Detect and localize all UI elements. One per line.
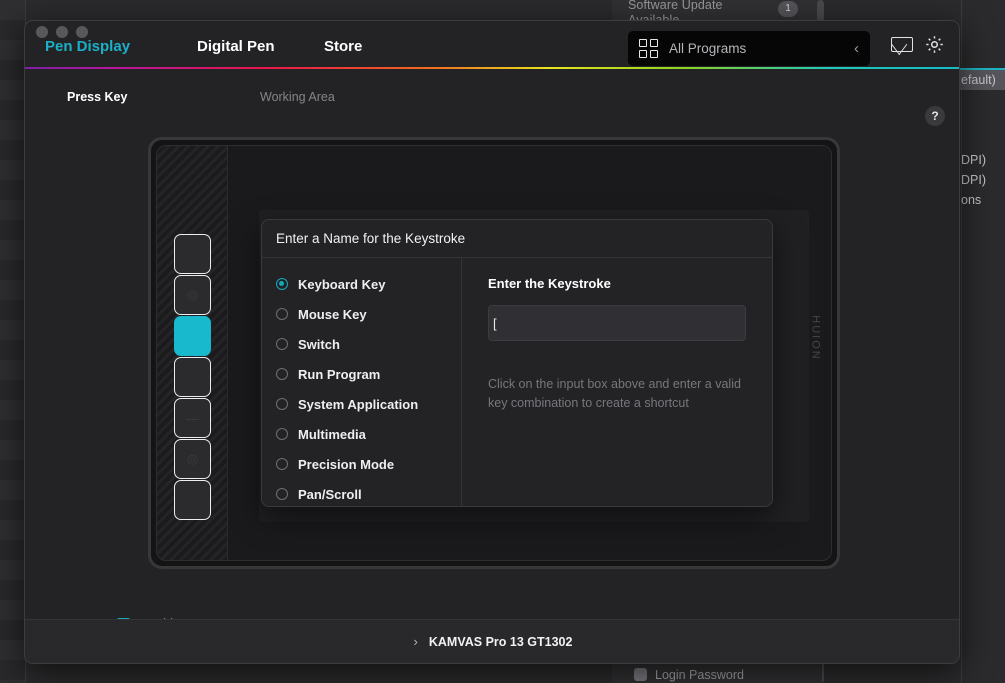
background-right-row — [960, 90, 1005, 110]
option-keyboard-key[interactable]: Keyboard Key — [276, 269, 461, 299]
radio-system-application[interactable] — [276, 398, 288, 410]
help-button[interactable]: ? — [925, 106, 945, 126]
background-right-row — [960, 130, 1005, 150]
press-key-3[interactable] — [174, 316, 211, 356]
option-multimedia[interactable]: Multimedia — [276, 419, 461, 449]
mail-icon[interactable] — [891, 37, 913, 52]
press-key-4-symbol — [175, 358, 210, 396]
option-keyboard-key-label: Keyboard Key — [298, 276, 386, 292]
keystroke-hint: Click on the input box above and enter a… — [488, 377, 741, 410]
radio-run-program[interactable] — [276, 368, 288, 380]
option-mouse-key-label: Mouse Key — [298, 306, 367, 322]
background-bottom-label: Login Password — [655, 668, 744, 682]
radio-precision-mode[interactable] — [276, 458, 288, 470]
tab-pen-display[interactable]: Pen Display — [45, 38, 197, 55]
maximize-button[interactable] — [76, 26, 88, 38]
option-switch-label: Switch — [298, 336, 340, 352]
press-key-5[interactable]: — — [174, 398, 211, 438]
press-key-1-symbol — [175, 235, 210, 273]
keystroke-dialog: Enter a Name for the Keystroke Keyboard … — [261, 219, 773, 507]
background-left-list — [0, 0, 26, 683]
lock-icon — [634, 668, 647, 681]
chevron-right-icon[interactable]: › — [414, 634, 418, 649]
keystroke-input[interactable]: [ — [488, 305, 746, 341]
radio-keyboard-key[interactable] — [276, 278, 288, 290]
radio-pan-scroll[interactable] — [276, 488, 288, 500]
background-right-row: DPI) — [961, 153, 986, 167]
gear-icon[interactable] — [924, 34, 945, 55]
sub-tabs: Press Key Working Area — [25, 69, 959, 109]
close-button[interactable] — [36, 26, 48, 38]
press-key-6[interactable]: ◎ — [174, 439, 211, 479]
dialog-body: Keyboard Key Mouse Key Switch Run Progra… — [262, 258, 772, 506]
keystroke-field-title: Enter the Keystroke — [488, 276, 611, 291]
radio-mouse-key[interactable] — [276, 308, 288, 320]
option-run-program[interactable]: Run Program — [276, 359, 461, 389]
keystroke-entry-pane: Enter the Keystroke [ Click on the input… — [462, 258, 772, 506]
radio-switch[interactable] — [276, 338, 288, 350]
background-update-badge: 1 — [778, 1, 798, 17]
grid-icon — [639, 39, 658, 58]
option-precision-mode[interactable]: Precision Mode — [276, 449, 461, 479]
subtab-working-area[interactable]: Working Area — [260, 90, 335, 104]
all-programs-selector[interactable]: All Programs ‹ — [628, 31, 870, 66]
tab-digital-pen[interactable]: Digital Pen — [197, 38, 324, 55]
option-precision-mode-label: Precision Mode — [298, 456, 395, 472]
main-nav-tabs: Pen Display Digital Pen Store — [45, 38, 362, 55]
radio-multimedia[interactable] — [276, 428, 288, 440]
press-key-list: ◎ — ◎ — [174, 234, 211, 521]
device-name: KAMVAS Pro 13 GT1302 — [428, 634, 573, 649]
background-right-row: efault) — [960, 70, 1005, 90]
press-key-1[interactable] — [174, 234, 211, 274]
huion-driver-window: Pen Display Digital Pen Store All Progra… — [24, 20, 960, 664]
option-switch[interactable]: Switch — [276, 329, 461, 359]
tab-store[interactable]: Store — [324, 38, 362, 55]
option-mouse-key[interactable]: Mouse Key — [276, 299, 461, 329]
option-run-program-label: Run Program — [298, 366, 381, 382]
press-key-6-symbol: ◎ — [186, 451, 199, 466]
option-pan-scroll-label: Pan/Scroll — [298, 486, 362, 502]
press-key-7[interactable] — [174, 480, 211, 520]
window-titlebar: Pen Display Digital Pen Store All Progra… — [25, 21, 959, 67]
option-multimedia-label: Multimedia — [298, 426, 366, 442]
background-update-line1: Software Update — [628, 0, 723, 12]
huion-brand-label: HUION — [809, 315, 822, 361]
action-type-list: Keyboard Key Mouse Key Switch Run Progra… — [262, 258, 462, 506]
press-key-5-symbol: — — [186, 410, 199, 426]
minimize-button[interactable] — [56, 26, 68, 38]
device-footer[interactable]: › KAMVAS Pro 13 GT1302 — [25, 619, 959, 663]
subtab-press-key[interactable]: Press Key — [67, 90, 127, 104]
chevron-left-icon[interactable]: ‹ — [854, 40, 859, 57]
all-programs-label: All Programs — [669, 41, 747, 56]
option-system-application[interactable]: System Application — [276, 389, 461, 419]
background-right-row — [960, 110, 1005, 130]
press-key-2-symbol: ◎ — [186, 287, 199, 302]
dialog-title: Enter a Name for the Keystroke — [276, 231, 466, 246]
press-key-3-symbol — [175, 317, 210, 355]
background-right-list: efault) DPI) DPI) ons — [960, 70, 1005, 210]
option-pan-scroll[interactable]: Pan/Scroll — [276, 479, 461, 506]
background-right-row: ons — [961, 193, 982, 207]
background-right-row: DPI) — [961, 173, 986, 187]
option-system-application-label: System Application — [298, 396, 419, 412]
press-key-4[interactable] — [174, 357, 211, 397]
press-key-2[interactable]: ◎ — [174, 275, 211, 315]
window-controls — [36, 26, 88, 38]
press-key-7-symbol — [175, 481, 210, 519]
dialog-header: Enter a Name for the Keystroke — [262, 220, 772, 258]
